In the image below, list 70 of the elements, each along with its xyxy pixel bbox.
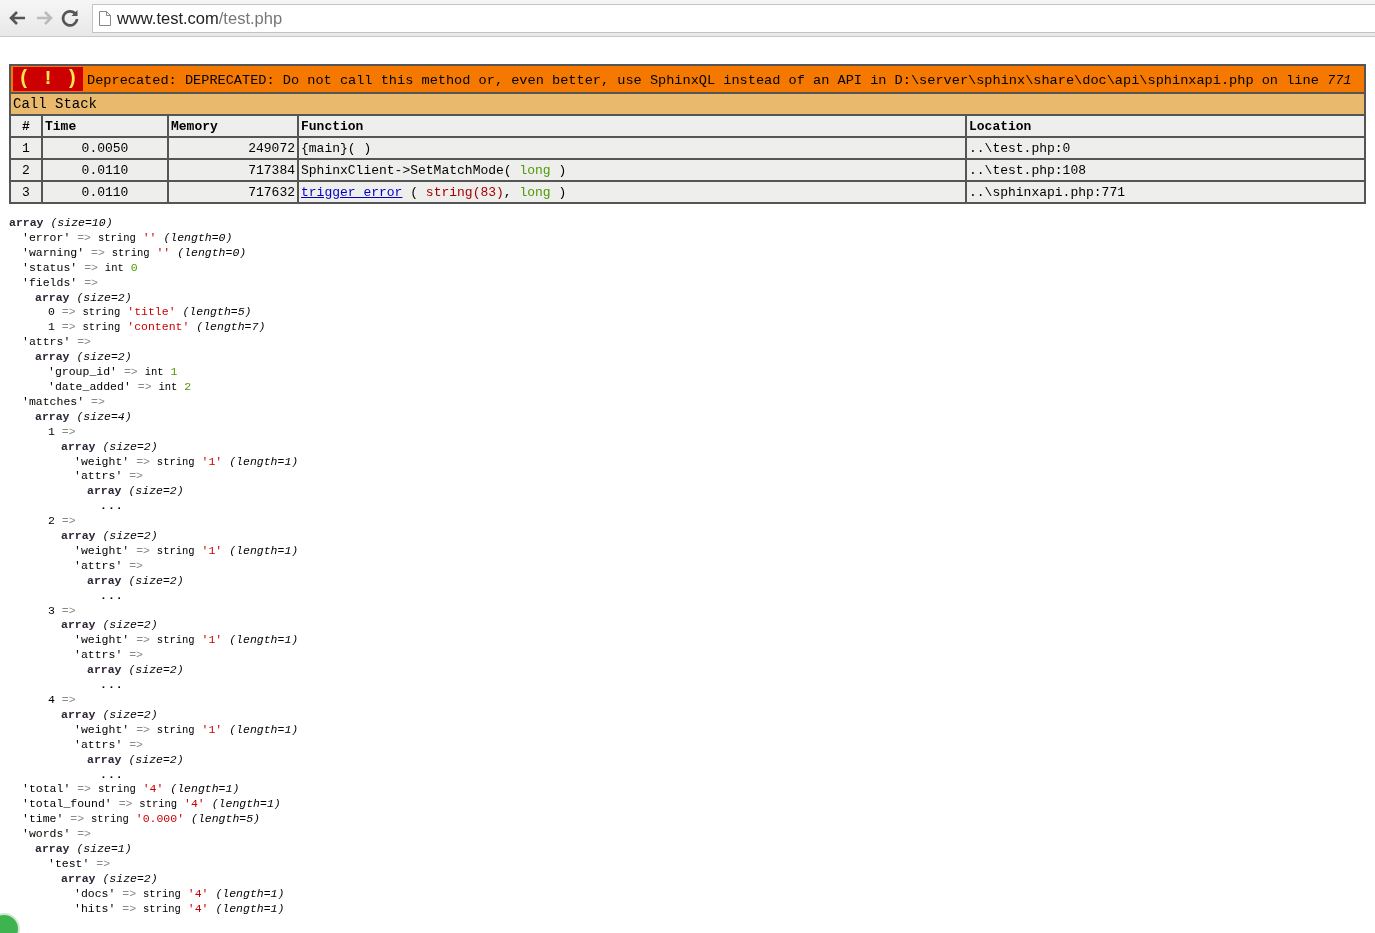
- dump-line: 'time' => string '0.000' (length=5): [22, 812, 260, 828]
- dump-line: array (size=10): [9, 216, 113, 231]
- dump-line: 'words' =>: [22, 827, 92, 843]
- dump-line: 'matches' =>: [22, 394, 105, 410]
- table-cell: 1: [10, 137, 42, 159]
- dump-line: 'attrs' =>: [22, 335, 92, 351]
- dump-line: ...: [100, 678, 124, 693]
- table-cell: ..\test.php:0: [966, 137, 1365, 159]
- dump-line: 2 =>: [48, 514, 76, 530]
- dump-line: 'warning' => string '' (length=0): [22, 245, 247, 261]
- dump-line: 0 => string 'title' (length=5): [48, 305, 252, 321]
- dump-line: 'date_added' => int 2: [48, 379, 192, 395]
- dump-line: array (size=1): [35, 842, 132, 857]
- dump-line: 'attrs' =>: [74, 558, 144, 574]
- dump-line: 'total' => string '4' (length=1): [22, 782, 240, 798]
- dump-line: 'error' => string '' (length=0): [22, 230, 233, 246]
- dump-line: 'weight' => string '1' (length=1): [74, 454, 299, 470]
- dump-line: 'hits' => string '4' (length=1): [74, 901, 285, 917]
- dump-line: array (size=2): [61, 529, 158, 544]
- dump-line: 'weight' => string '1' (length=1): [74, 543, 299, 559]
- dump-line: 'fields' =>: [22, 275, 98, 291]
- dump-line: 'attrs' =>: [74, 469, 144, 485]
- call-stack-heading: Call Stack: [10, 93, 1365, 115]
- column-header: Location: [966, 115, 1365, 137]
- dump-line: 'attrs' =>: [74, 737, 144, 753]
- dump-line: array (size=2): [87, 663, 184, 679]
- dump-line: 'weight' => string '1' (length=1): [74, 722, 299, 738]
- dump-line: array (size=2): [87, 573, 184, 589]
- dump-line: 'test' =>: [48, 856, 111, 872]
- dump-line: 4 =>: [48, 693, 76, 708]
- function-link[interactable]: trigger_error: [301, 184, 403, 200]
- dump-line: 1 =>: [48, 424, 76, 440]
- table-cell: 3: [10, 181, 42, 203]
- dump-line: array (size=2): [87, 752, 184, 768]
- dump-line: array (size=2): [35, 290, 132, 306]
- reload-icon[interactable]: [60, 8, 80, 28]
- table-cell: ..\sphinxapi.php:771: [966, 181, 1365, 203]
- table-cell: 2: [10, 159, 42, 181]
- function-cell: {main}( ): [298, 137, 966, 159]
- column-header: Memory: [168, 115, 298, 137]
- column-header: Function: [298, 115, 966, 137]
- dump-line: ...: [100, 767, 124, 783]
- dump-line: 'status' => int 0: [22, 260, 138, 276]
- table-cell: ..\test.php:108: [966, 159, 1365, 181]
- table-cell: 717632: [168, 181, 298, 203]
- dump-line: array (size=2): [61, 439, 158, 455]
- dump-line: 1 => string 'content' (length=7): [48, 320, 266, 336]
- dump-line: ...: [100, 499, 124, 515]
- table-cell: 717384: [168, 159, 298, 181]
- dump-line: array (size=2): [35, 350, 132, 366]
- table-cell: 249072: [168, 137, 298, 159]
- column-header: #: [10, 115, 42, 137]
- dump-line: ...: [100, 588, 124, 604]
- function-cell: trigger_error ( string(83), long ): [298, 181, 966, 203]
- dump-line: 'attrs' =>: [74, 648, 144, 664]
- dump-line: array (size=2): [61, 618, 158, 634]
- dump-line: array (size=2): [61, 707, 158, 723]
- function-cell: SphinxClient->SetMatchMode( long ): [298, 159, 966, 181]
- error-badge: ( ! ): [13, 67, 83, 91]
- page-icon: [99, 10, 111, 26]
- dump-line: array (size=2): [87, 484, 184, 500]
- dump-line: 'docs' => string '4' (length=1): [74, 886, 285, 902]
- dump-line: 'group_id' => int 1: [48, 365, 178, 380]
- dump-line: 3 =>: [48, 603, 76, 619]
- dump-line: 'total_found' => string '4' (length=1): [22, 797, 281, 813]
- error-message: Deprecated: DEPRECATED: Do not call this method or, even better, use SphinxQL instead of an API in D:\server\sphinx\share\doc\api\sphinxapi.php on line 771: [87, 73, 1352, 88]
- address-field[interactable]: www.test.com/test.php: [92, 3, 1375, 33]
- dump-line: 'weight' => string '1' (length=1): [74, 633, 299, 649]
- dump-line: array (size=4): [35, 409, 132, 425]
- dump-line: array (size=2): [61, 871, 158, 887]
